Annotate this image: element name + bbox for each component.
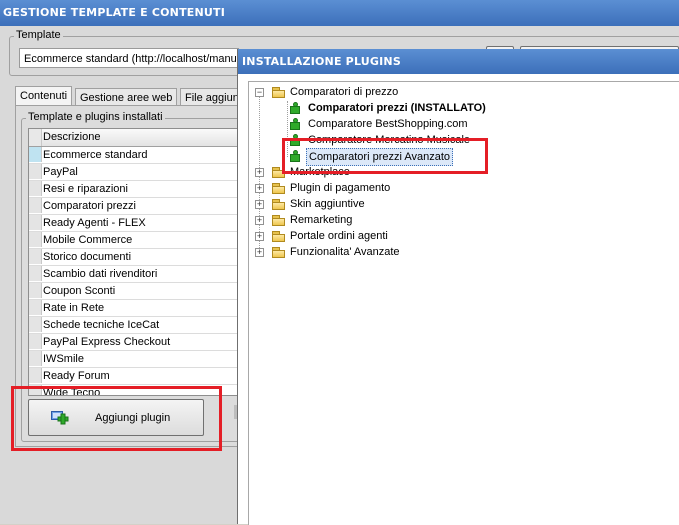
plugins-group-label: Template e plugins installati: [26, 111, 165, 123]
table-cell: Schede tecniche IceCat: [43, 319, 160, 331]
row-selector[interactable]: [29, 266, 42, 281]
highlight-add-plugin: [11, 386, 222, 451]
highlight-selected-plugin: [282, 138, 488, 174]
folder-icon: [272, 247, 286, 258]
row-selector[interactable]: [29, 215, 42, 230]
expand-icon[interactable]: +: [255, 200, 264, 209]
install-plugins-dialog: INSTALLAZIONE PLUGINS − Comparatori di p…: [237, 49, 679, 525]
row-selector[interactable]: [29, 181, 42, 196]
folder-icon: [272, 183, 286, 194]
table-cell: Mobile Commerce: [43, 234, 133, 246]
tree-plugin-label: Comparatore BestShopping.com: [308, 118, 468, 130]
table-row[interactable]: Rate in Rete: [29, 300, 244, 317]
folder-icon: [272, 215, 286, 226]
tree-node-label: Comparatori di prezzo: [290, 86, 399, 98]
table-cell: Comparatori prezzi: [43, 200, 136, 212]
row-selector[interactable]: [29, 164, 42, 179]
plugin-icon: [289, 102, 302, 115]
table-row[interactable]: PayPal: [29, 164, 244, 181]
table-row[interactable]: Resi e riparazioni: [29, 181, 244, 198]
expand-icon[interactable]: +: [255, 248, 264, 257]
table-row[interactable]: Ready Forum: [29, 368, 244, 385]
table-row[interactable]: IWSmile: [29, 351, 244, 368]
table-cell: Ready Agenti - FLEX: [43, 217, 146, 229]
expand-icon[interactable]: +: [255, 184, 264, 193]
table-cell: Coupon Sconti: [43, 285, 116, 297]
expand-icon[interactable]: +: [255, 216, 264, 225]
table-row[interactable]: Comparatori prezzi: [29, 198, 244, 215]
row-selector[interactable]: [29, 232, 42, 247]
table-row[interactable]: PayPal Express Checkout: [29, 334, 244, 351]
tree-plugin-label: Comparatori prezzi (INSTALLATO): [308, 102, 486, 114]
collapse-icon[interactable]: −: [255, 88, 264, 97]
tab-gestione-aree-web[interactable]: Gestione aree web: [75, 88, 178, 106]
window-title: GESTIONE TEMPLATE E CONTENUTI: [0, 0, 679, 26]
tab-contenuti[interactable]: Contenuti: [15, 86, 73, 106]
table-cell: PayPal Express Checkout: [43, 336, 171, 348]
expand-icon[interactable]: +: [255, 168, 264, 177]
row-selector[interactable]: [29, 334, 42, 349]
table-row[interactable]: Coupon Sconti: [29, 283, 244, 300]
folder-icon: [272, 87, 286, 98]
tab-file-aggiuntivi[interactable]: File aggiun: [180, 88, 244, 106]
grid-header-descrizione[interactable]: Descrizione: [43, 129, 100, 146]
tree-node-label: Portale ordini agenti: [290, 230, 388, 242]
table-cell: Rate in Rete: [43, 302, 105, 314]
row-selector[interactable]: [29, 300, 42, 315]
template-group-label: Template: [14, 29, 63, 41]
folder-icon: [272, 199, 286, 210]
table-row[interactable]: Schede tecniche IceCat: [29, 317, 244, 334]
table-cell: Resi e riparazioni: [43, 183, 128, 195]
table-row[interactable]: Scambio dati rivenditori: [29, 266, 244, 283]
row-selector[interactable]: [29, 198, 42, 213]
grid-header[interactable]: Descrizione: [29, 129, 244, 147]
tree-node-label: Skin aggiuntive: [290, 198, 365, 210]
tree-node-label: Remarketing: [290, 214, 353, 226]
table-cell: PayPal: [43, 166, 78, 178]
table-row[interactable]: Storico documenti: [29, 249, 244, 266]
row-selector[interactable]: [29, 351, 42, 366]
tree-node-label: Plugin di pagamento: [290, 182, 391, 194]
tree-node-label: Funzionalita' Avanzate: [290, 246, 400, 258]
table-cell: Ecommerce standard: [43, 149, 148, 161]
table-row[interactable]: Ecommerce standard: [29, 147, 244, 164]
table-cell: Scambio dati rivenditori: [43, 268, 158, 280]
grid-corner: [29, 129, 42, 146]
expand-icon[interactable]: +: [255, 232, 264, 241]
plugin-icon: [289, 118, 302, 131]
row-selector[interactable]: [29, 368, 42, 383]
table-cell: Ready Forum: [43, 370, 110, 382]
installed-plugins-grid: Descrizione Ecommerce standard PayPal Resi…: [28, 128, 245, 396]
folder-icon: [272, 231, 286, 242]
table-row[interactable]: Mobile Commerce: [29, 232, 244, 249]
table-cell: Storico documenti: [43, 251, 132, 263]
row-selector[interactable]: [29, 283, 42, 298]
row-selector[interactable]: [29, 249, 42, 264]
dialog-title: INSTALLAZIONE PLUGINS: [238, 49, 679, 74]
table-cell: IWSmile: [43, 353, 84, 365]
row-selector[interactable]: [29, 317, 42, 332]
table-row[interactable]: Ready Agenti - FLEX: [29, 215, 244, 232]
row-selector[interactable]: [29, 147, 42, 162]
template-select[interactable]: Ecommerce standard (http://localhost/man…: [19, 48, 239, 68]
